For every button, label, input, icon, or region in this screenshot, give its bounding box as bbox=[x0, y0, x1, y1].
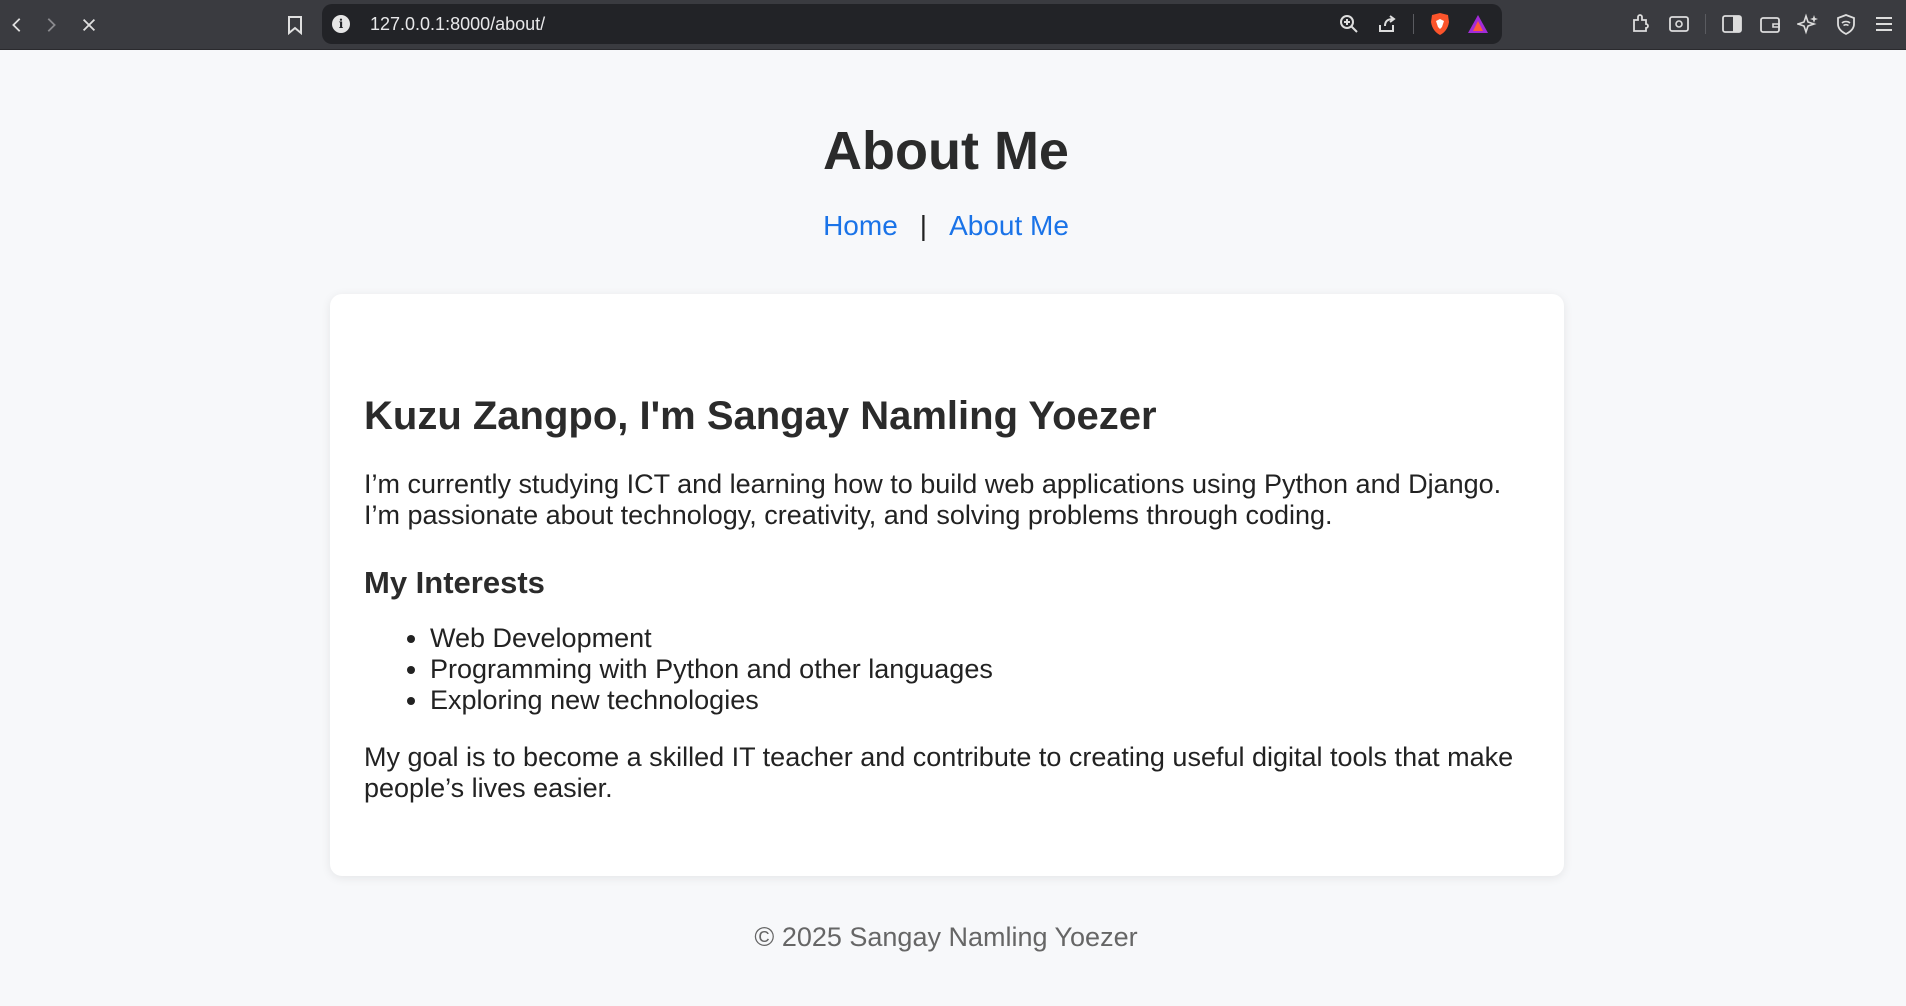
stop-loading-button[interactable] bbox=[76, 12, 102, 38]
about-card: Kuzu Zangpo, I'm Sangay Namling Yoezer I… bbox=[330, 294, 1564, 876]
list-item: Programming with Python and other langua… bbox=[430, 654, 1530, 685]
sidebar-icon[interactable] bbox=[1720, 12, 1744, 36]
greeting-heading: Kuzu Zangpo, I'm Sangay Namling Yoezer bbox=[364, 394, 1157, 438]
leo-ai-icon[interactable] bbox=[1796, 12, 1820, 36]
nav-link-home[interactable]: Home bbox=[823, 210, 898, 241]
close-icon bbox=[82, 18, 96, 32]
page-content: About Me Home | About Me Kuzu Zangpo, I'm … bbox=[0, 50, 1906, 1006]
bookmark-icon bbox=[288, 16, 302, 35]
nav-link-about[interactable]: About Me bbox=[949, 210, 1069, 241]
divider bbox=[1705, 14, 1706, 34]
footer-copyright: © 2025 Sangay Namling Yoezer bbox=[754, 922, 1138, 952]
address-bar[interactable]: i 127.0.0.1:8000/about/ bbox=[322, 4, 1502, 44]
interests-list: Web Development Programming with Python … bbox=[430, 623, 1530, 716]
list-item: Exploring new technologies bbox=[430, 685, 1530, 716]
chevron-right-icon bbox=[47, 18, 56, 32]
nav-separator: | bbox=[919, 210, 928, 241]
intro-paragraph: I’m currently studying ICT and learning … bbox=[364, 469, 1502, 530]
list-item: Web Development bbox=[430, 623, 1530, 654]
chevron-left-icon bbox=[12, 18, 21, 32]
wallet-icon[interactable] bbox=[1758, 12, 1782, 36]
browser-toolbar: i 127.0.0.1:8000/about/ bbox=[0, 0, 1906, 50]
back-button[interactable] bbox=[4, 12, 30, 38]
extensions-icon[interactable] bbox=[1629, 12, 1653, 36]
reader-mode-icon[interactable] bbox=[1667, 12, 1691, 36]
page-title: About Me bbox=[823, 121, 1069, 181]
site-info-icon[interactable]: i bbox=[332, 15, 350, 33]
forward-button[interactable] bbox=[38, 12, 64, 38]
menu-icon[interactable] bbox=[1872, 12, 1896, 36]
goal-paragraph: My goal is to become a skilled IT teache… bbox=[364, 742, 1514, 803]
brave-rewards-icon[interactable] bbox=[1466, 12, 1490, 36]
vpn-icon[interactable] bbox=[1834, 12, 1858, 36]
url-text[interactable]: 127.0.0.1:8000/about/ bbox=[370, 14, 545, 35]
interests-heading: My Interests bbox=[364, 565, 545, 600]
bookmark-button[interactable] bbox=[282, 12, 308, 38]
brave-shield-icon[interactable] bbox=[1428, 12, 1452, 36]
zoom-icon[interactable] bbox=[1337, 12, 1361, 36]
main-nav: Home | About Me bbox=[0, 210, 1892, 242]
share-icon[interactable] bbox=[1375, 12, 1399, 36]
divider bbox=[1413, 14, 1414, 34]
